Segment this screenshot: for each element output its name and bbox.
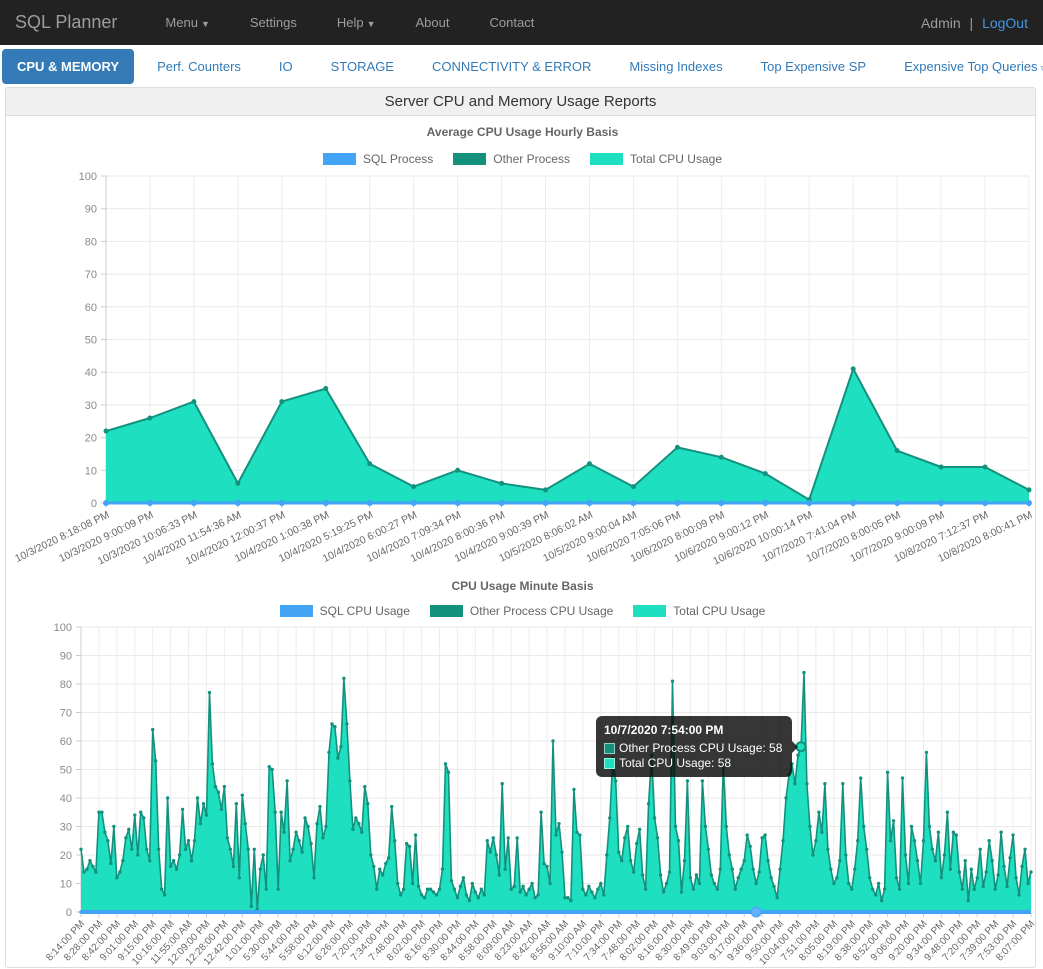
tooltip-row: Total CPU Usage: 58 — [604, 756, 782, 770]
tab-top-expensive-sp[interactable]: Top Expensive SP — [746, 49, 882, 84]
svg-text:100: 100 — [79, 171, 97, 183]
svg-text:40: 40 — [60, 793, 72, 805]
menu-caret-icon: ▼ — [201, 19, 210, 29]
user-separator: | — [970, 15, 974, 31]
tab-expensive-top-queries[interactable]: Expensive Top Queries▿ — [889, 49, 1043, 84]
svg-text:60: 60 — [60, 736, 72, 748]
panel-body: Average CPU Usage Hourly Basis SQL Proce… — [6, 116, 1035, 967]
svg-text:50: 50 — [60, 765, 72, 777]
svg-text:70: 70 — [60, 708, 72, 720]
tooltip-row: Other Process CPU Usage: 58 — [604, 741, 782, 755]
hourly-chart-svg[interactable]: 010203040506070809010010/3/2020 8:18:08 … — [1, 116, 1043, 576]
tooltip-swatch-icon — [604, 758, 615, 769]
help-caret-icon: ▼ — [367, 19, 376, 29]
svg-text:10: 10 — [60, 879, 72, 891]
navbar-user-area: Admin | LogOut — [921, 15, 1028, 31]
svg-text:10: 10 — [85, 465, 97, 477]
tooltip-caret — [792, 741, 798, 753]
nav-item-about[interactable]: About — [416, 15, 450, 30]
svg-text:80: 80 — [60, 679, 72, 691]
tooltip-row-label: Other Process CPU Usage: 58 — [619, 741, 782, 755]
svg-text:20: 20 — [85, 433, 97, 445]
tab-missing-indexes[interactable]: Missing Indexes — [614, 49, 737, 84]
reports-panel: Server CPU and Memory Usage Reports Aver… — [5, 87, 1036, 968]
svg-text:40: 40 — [85, 367, 97, 379]
svg-text:0: 0 — [91, 498, 97, 510]
tab-perf-counters[interactable]: Perf. Counters — [142, 49, 256, 84]
minute-chart: CPU Usage Minute Basis SQL CPU UsageOthe… — [1, 576, 1043, 969]
nav-item-contact[interactable]: Contact — [490, 15, 535, 30]
nav-item-settings[interactable]: Settings — [250, 15, 297, 30]
top-navbar: SQL Planner Menu▼ Settings Help▼ About C… — [0, 0, 1043, 45]
svg-text:70: 70 — [85, 269, 97, 281]
nav-item-help[interactable]: Help▼ — [337, 15, 376, 30]
svg-text:0: 0 — [66, 907, 72, 919]
tab-connectivity-error[interactable]: CONNECTIVITY & ERROR — [417, 49, 606, 84]
svg-text:20: 20 — [60, 850, 72, 862]
svg-text:30: 30 — [60, 822, 72, 834]
report-tabs: CPU & MEMORY Perf. Counters IO STORAGE C… — [2, 46, 1041, 86]
tooltip-row-label: Total CPU Usage: 58 — [619, 756, 731, 770]
page-title: Server CPU and Memory Usage Reports — [6, 88, 1035, 116]
svg-text:90: 90 — [85, 204, 97, 216]
chart-tooltip: 10/7/2020 7:54:00 PM Other Process CPU U… — [596, 716, 792, 777]
minute-chart-svg[interactable]: 01020304050607080901008:14:00 PM8:28:00 … — [1, 576, 1043, 969]
svg-text:50: 50 — [85, 335, 97, 347]
svg-text:100: 100 — [54, 622, 72, 634]
logout-link[interactable]: LogOut — [982, 15, 1028, 31]
svg-text:60: 60 — [85, 302, 97, 314]
tab-io[interactable]: IO — [264, 49, 308, 84]
app-brand[interactable]: SQL Planner — [15, 12, 117, 33]
hourly-chart: Average CPU Usage Hourly Basis SQL Proce… — [1, 116, 1043, 576]
tab-cpu-memory[interactable]: CPU & MEMORY — [2, 49, 134, 84]
tooltip-swatch-icon — [604, 743, 615, 754]
svg-text:90: 90 — [60, 651, 72, 663]
user-name: Admin — [921, 15, 961, 31]
tab-storage[interactable]: STORAGE — [316, 49, 409, 84]
svg-text:30: 30 — [85, 400, 97, 412]
tooltip-title: 10/7/2020 7:54:00 PM — [604, 723, 782, 737]
svg-text:80: 80 — [85, 236, 97, 248]
nav-item-menu[interactable]: Menu▼ — [165, 15, 209, 30]
